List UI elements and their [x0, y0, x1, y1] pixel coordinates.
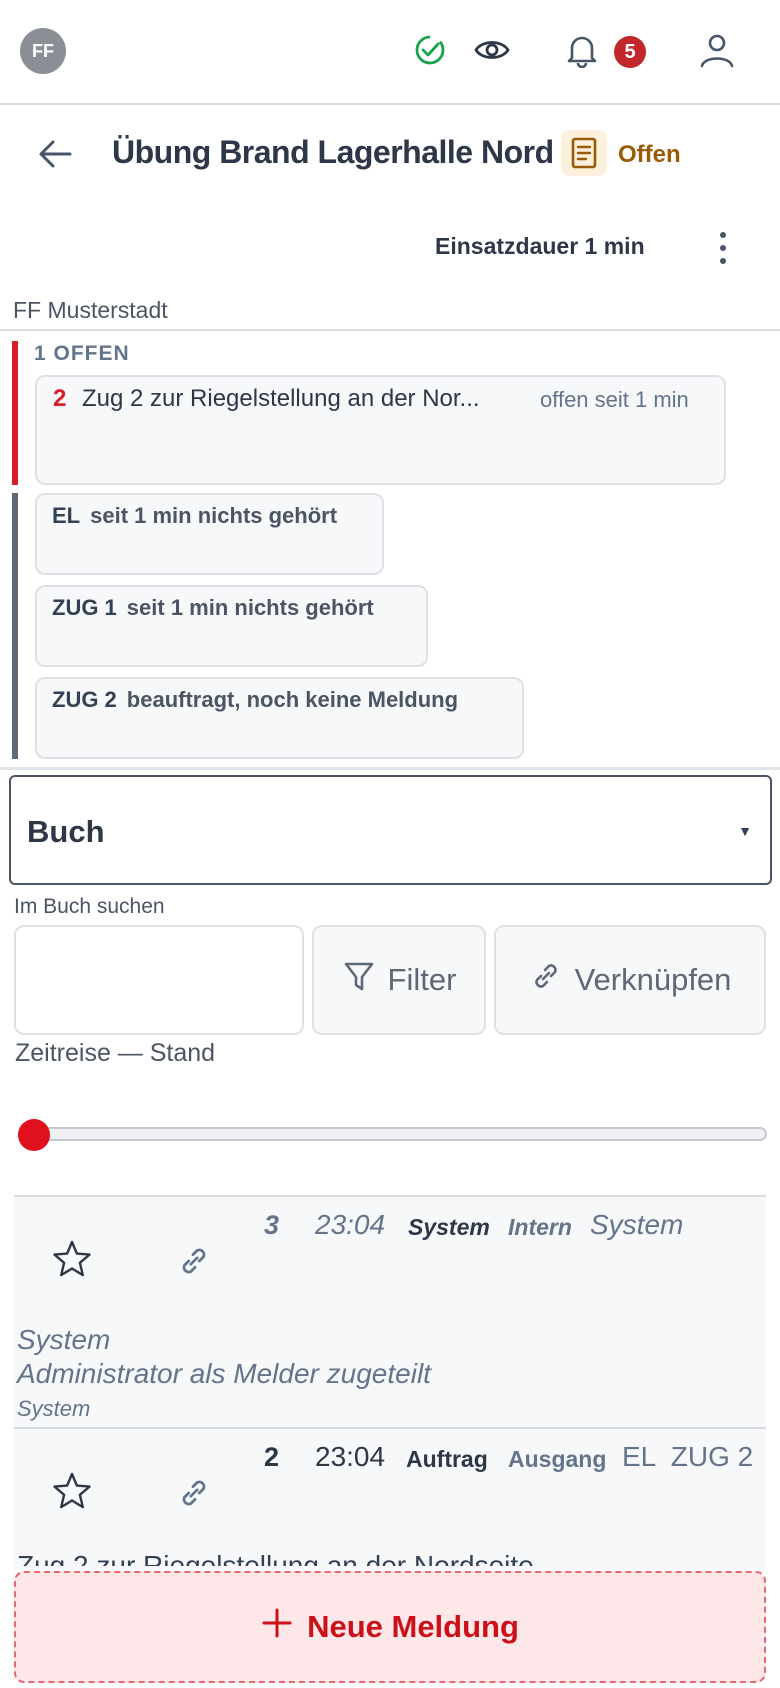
entry-body-text: Zug 2 zur Riegelstellung an der Nordseit… [17, 1552, 534, 1566]
eye-icon[interactable] [472, 30, 512, 70]
search-label: Im Buch suchen [14, 895, 165, 918]
organization-name: FF Musterstadt [13, 297, 168, 323]
entry-type: System [408, 1214, 490, 1240]
open-tasks-indicator [12, 341, 18, 485]
star-icon[interactable] [52, 1471, 92, 1511]
book-select-value: Buch [27, 814, 105, 849]
timetravel-label: Zeitreise — Stand [15, 1039, 216, 1067]
divider [0, 767, 780, 770]
journal-entry[interactable]: 3 23:04 System Intern System System Admi… [14, 1197, 766, 1427]
unit-name: ZUG 1 [52, 595, 117, 620]
plus-icon [261, 1607, 293, 1647]
entry-number: 2 [264, 1442, 280, 1472]
link-icon [529, 959, 563, 1001]
book-icon [561, 130, 607, 176]
entry-number: 3 [264, 1210, 280, 1240]
entry-address: EL ZUG 2 [622, 1441, 754, 1472]
timetravel-slider-thumb[interactable] [18, 1119, 50, 1151]
entry-body-text: Administrator als Melder zugeteilt [17, 1358, 431, 1389]
entry-body-title: System [17, 1324, 111, 1355]
book-select[interactable]: Buch ▼ [9, 775, 772, 885]
filter-button[interactable]: Filter [312, 925, 486, 1035]
unit-status: seit 1 min nichts gehört [126, 595, 374, 620]
link-icon[interactable] [176, 1475, 212, 1511]
entry-time: 23:04 [315, 1209, 386, 1240]
units-indicator [12, 493, 18, 759]
new-message-button[interactable]: Neue Meldung [14, 1571, 766, 1683]
star-icon[interactable] [52, 1239, 92, 1279]
link-icon[interactable] [176, 1243, 212, 1279]
unit-card-zug1[interactable]: ZUG 1 seit 1 min nichts gehört [35, 585, 428, 667]
search-input[interactable] [14, 925, 304, 1035]
org-avatar[interactable]: FF [20, 28, 66, 74]
bell-icon[interactable] [562, 30, 602, 70]
entry-address: System [590, 1209, 684, 1240]
status-badge: Offen [618, 141, 681, 168]
open-tasks-label: 1 OFFEN [34, 342, 130, 365]
unit-card-el[interactable]: EL seit 1 min nichts gehört [35, 493, 384, 575]
task-since: offen seit 1 min [540, 387, 689, 412]
filter-icon [342, 959, 376, 1001]
top-bar: FF 5 [0, 0, 780, 105]
entry-direction: Ausgang [508, 1446, 607, 1472]
entry-author: System [17, 1396, 91, 1421]
chevron-down-icon: ▼ [738, 823, 752, 839]
link-button[interactable]: Verknüpfen [494, 925, 766, 1035]
journal-entry[interactable]: 2 23:04 Auftrag Ausgang EL ZUG 2 Zug 2 z… [14, 1429, 766, 1569]
user-icon[interactable] [697, 30, 737, 70]
mission-duration: Einsatzdauer 1 min [435, 233, 645, 259]
more-menu-icon[interactable] [707, 228, 739, 268]
timetravel-slider-track[interactable] [18, 1127, 767, 1141]
unit-status: beauftragt, noch keine Meldung [126, 687, 459, 712]
new-message-label: Neue Meldung [307, 1609, 519, 1644]
filter-label: Filter [387, 962, 457, 997]
open-task-card[interactable]: 2 Zug 2 zur Riegelstellung an der Nor...… [35, 375, 726, 485]
divider [0, 329, 780, 331]
page-title: Übung Brand Lagerhalle Nord [112, 134, 554, 170]
entry-type: Auftrag [406, 1446, 488, 1472]
unit-status: seit 1 min nichts gehört [90, 503, 338, 528]
task-number: 2 [53, 385, 67, 412]
link-label: Verknüpfen [574, 962, 732, 997]
unit-name: EL [52, 503, 81, 528]
unit-name: ZUG 2 [52, 687, 117, 712]
entry-time: 23:04 [315, 1441, 386, 1472]
task-text: Zug 2 zur Riegelstellung an der Nor... [82, 385, 480, 412]
entry-direction: Intern [508, 1214, 572, 1240]
notification-badge: 5 [614, 36, 646, 68]
back-arrow-icon[interactable] [36, 134, 76, 174]
check-circle-icon[interactable] [410, 30, 450, 70]
unit-card-zug2[interactable]: ZUG 2 beauftragt, noch keine Meldung [35, 677, 524, 759]
